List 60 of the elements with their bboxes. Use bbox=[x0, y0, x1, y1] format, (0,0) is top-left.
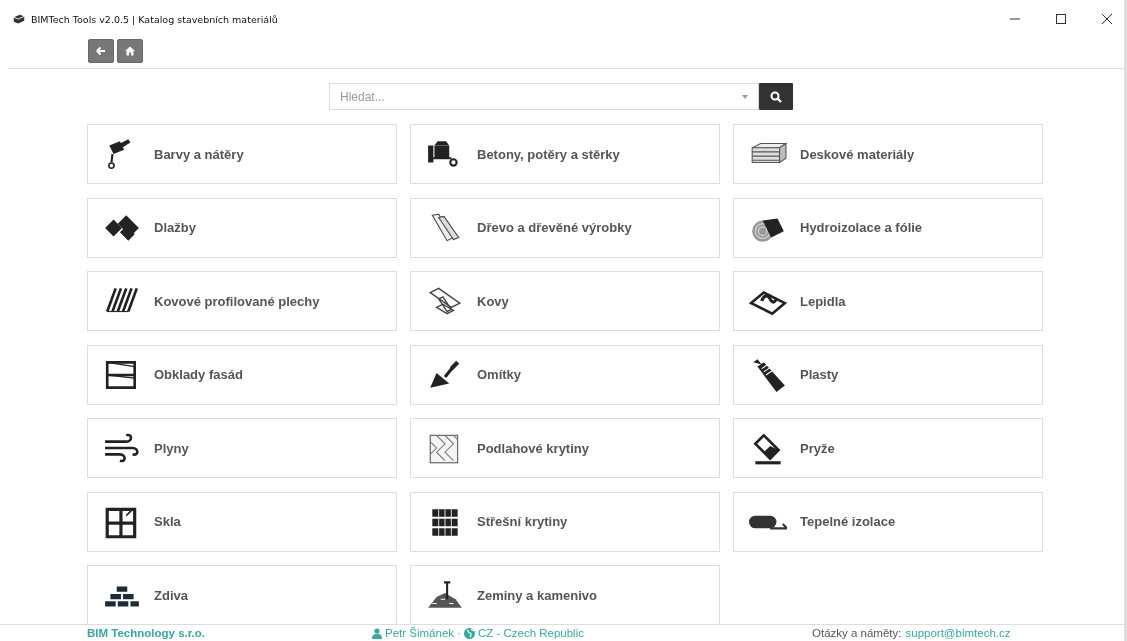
category-label: Skla bbox=[154, 514, 181, 529]
category-card[interactable]: Dlažby bbox=[87, 197, 397, 258]
category-label: Zdiva bbox=[154, 587, 188, 603]
category-label: Obklady fasád bbox=[154, 367, 243, 382]
category-card[interactable]: Střešní krytiny bbox=[410, 491, 720, 552]
category-card[interactable]: Pryže bbox=[733, 418, 1043, 478]
app-icon bbox=[12, 12, 26, 26]
category-label: Kovy bbox=[477, 293, 509, 309]
category-card[interactable]: Zeminy a kamenivo bbox=[410, 565, 720, 624]
home-button[interactable] bbox=[117, 39, 143, 63]
category-card[interactable]: Hydroizolace a fólie bbox=[733, 197, 1043, 258]
user-icon bbox=[372, 627, 382, 639]
category-card[interactable]: Plyny bbox=[87, 418, 397, 478]
search-button[interactable] bbox=[759, 83, 793, 110]
country-text: CZ - Czech Republic bbox=[477, 627, 584, 639]
category-label: Lepidla bbox=[800, 293, 846, 309]
category-label: Kovové profilované plechy bbox=[154, 293, 320, 309]
search-icon bbox=[770, 90, 782, 103]
category-label: Hydroizolace a fólie bbox=[800, 220, 923, 235]
category-label: Zeminy a kamenivo bbox=[477, 587, 597, 603]
category-card[interactable]: Kovové profilované plechy bbox=[87, 271, 397, 331]
category-card[interactable]: Barvy a nátěry bbox=[87, 124, 397, 184]
category-card[interactable]: Tepelné izolace bbox=[733, 491, 1043, 552]
category-card[interactable]: Zdiva bbox=[87, 565, 397, 624]
category-label: Podlahové krytiny bbox=[477, 440, 589, 456]
category-card[interactable]: Deskové materiály bbox=[733, 124, 1043, 184]
category-label: Betony, potěry a stěrky bbox=[477, 146, 620, 162]
globe-icon bbox=[463, 627, 475, 639]
close-icon[interactable] bbox=[1102, 14, 1112, 24]
category-label: Pryže bbox=[800, 440, 835, 456]
category-card[interactable]: Skla bbox=[87, 491, 397, 552]
category-label: Omítky bbox=[477, 367, 522, 382]
contact-label: Otázky a náměty: bbox=[812, 627, 902, 639]
search-field[interactable]: Hledat... bbox=[329, 83, 759, 110]
author-name: Petr Šimánek bbox=[385, 627, 455, 639]
back-arrow-icon bbox=[96, 46, 106, 56]
caret-icon bbox=[742, 95, 748, 99]
category-card[interactable]: Omítky bbox=[410, 344, 720, 405]
category-label: Tepelné izolace bbox=[800, 514, 896, 529]
category-card[interactable]: Plasty bbox=[733, 344, 1043, 405]
category-label: Střešní krytiny bbox=[477, 514, 568, 529]
window-title: BIMTech Tools v2.0.5 | Katalog stavebních materiálů bbox=[31, 13, 278, 25]
category-label: Deskové materiály bbox=[800, 146, 915, 162]
maximize-icon[interactable] bbox=[1056, 14, 1066, 24]
category-label: Dlažby bbox=[154, 220, 196, 235]
separator: · bbox=[457, 627, 461, 639]
back-button[interactable] bbox=[88, 39, 114, 63]
company-name: BIM Technology s.r.o. bbox=[87, 627, 206, 639]
category-card[interactable]: Dřevo a dřevěné výrobky bbox=[410, 197, 720, 258]
category-label: Barvy a nátěry bbox=[154, 146, 244, 162]
home-icon bbox=[125, 46, 135, 56]
category-card[interactable]: Betony, potěry a stěrky bbox=[410, 124, 720, 184]
category-card[interactable]: Lepidla bbox=[733, 271, 1043, 331]
category-label: Dřevo a dřevěné výrobky bbox=[477, 220, 632, 235]
wind-icon bbox=[103, 431, 141, 465]
category-card[interactable]: Kovy bbox=[410, 271, 720, 331]
category-label: Plasty bbox=[800, 367, 839, 382]
category-label: Plyny bbox=[154, 440, 189, 456]
category-card[interactable]: Podlahové krytiny bbox=[410, 418, 720, 478]
category-card[interactable]: Obklady fasád bbox=[87, 344, 397, 405]
